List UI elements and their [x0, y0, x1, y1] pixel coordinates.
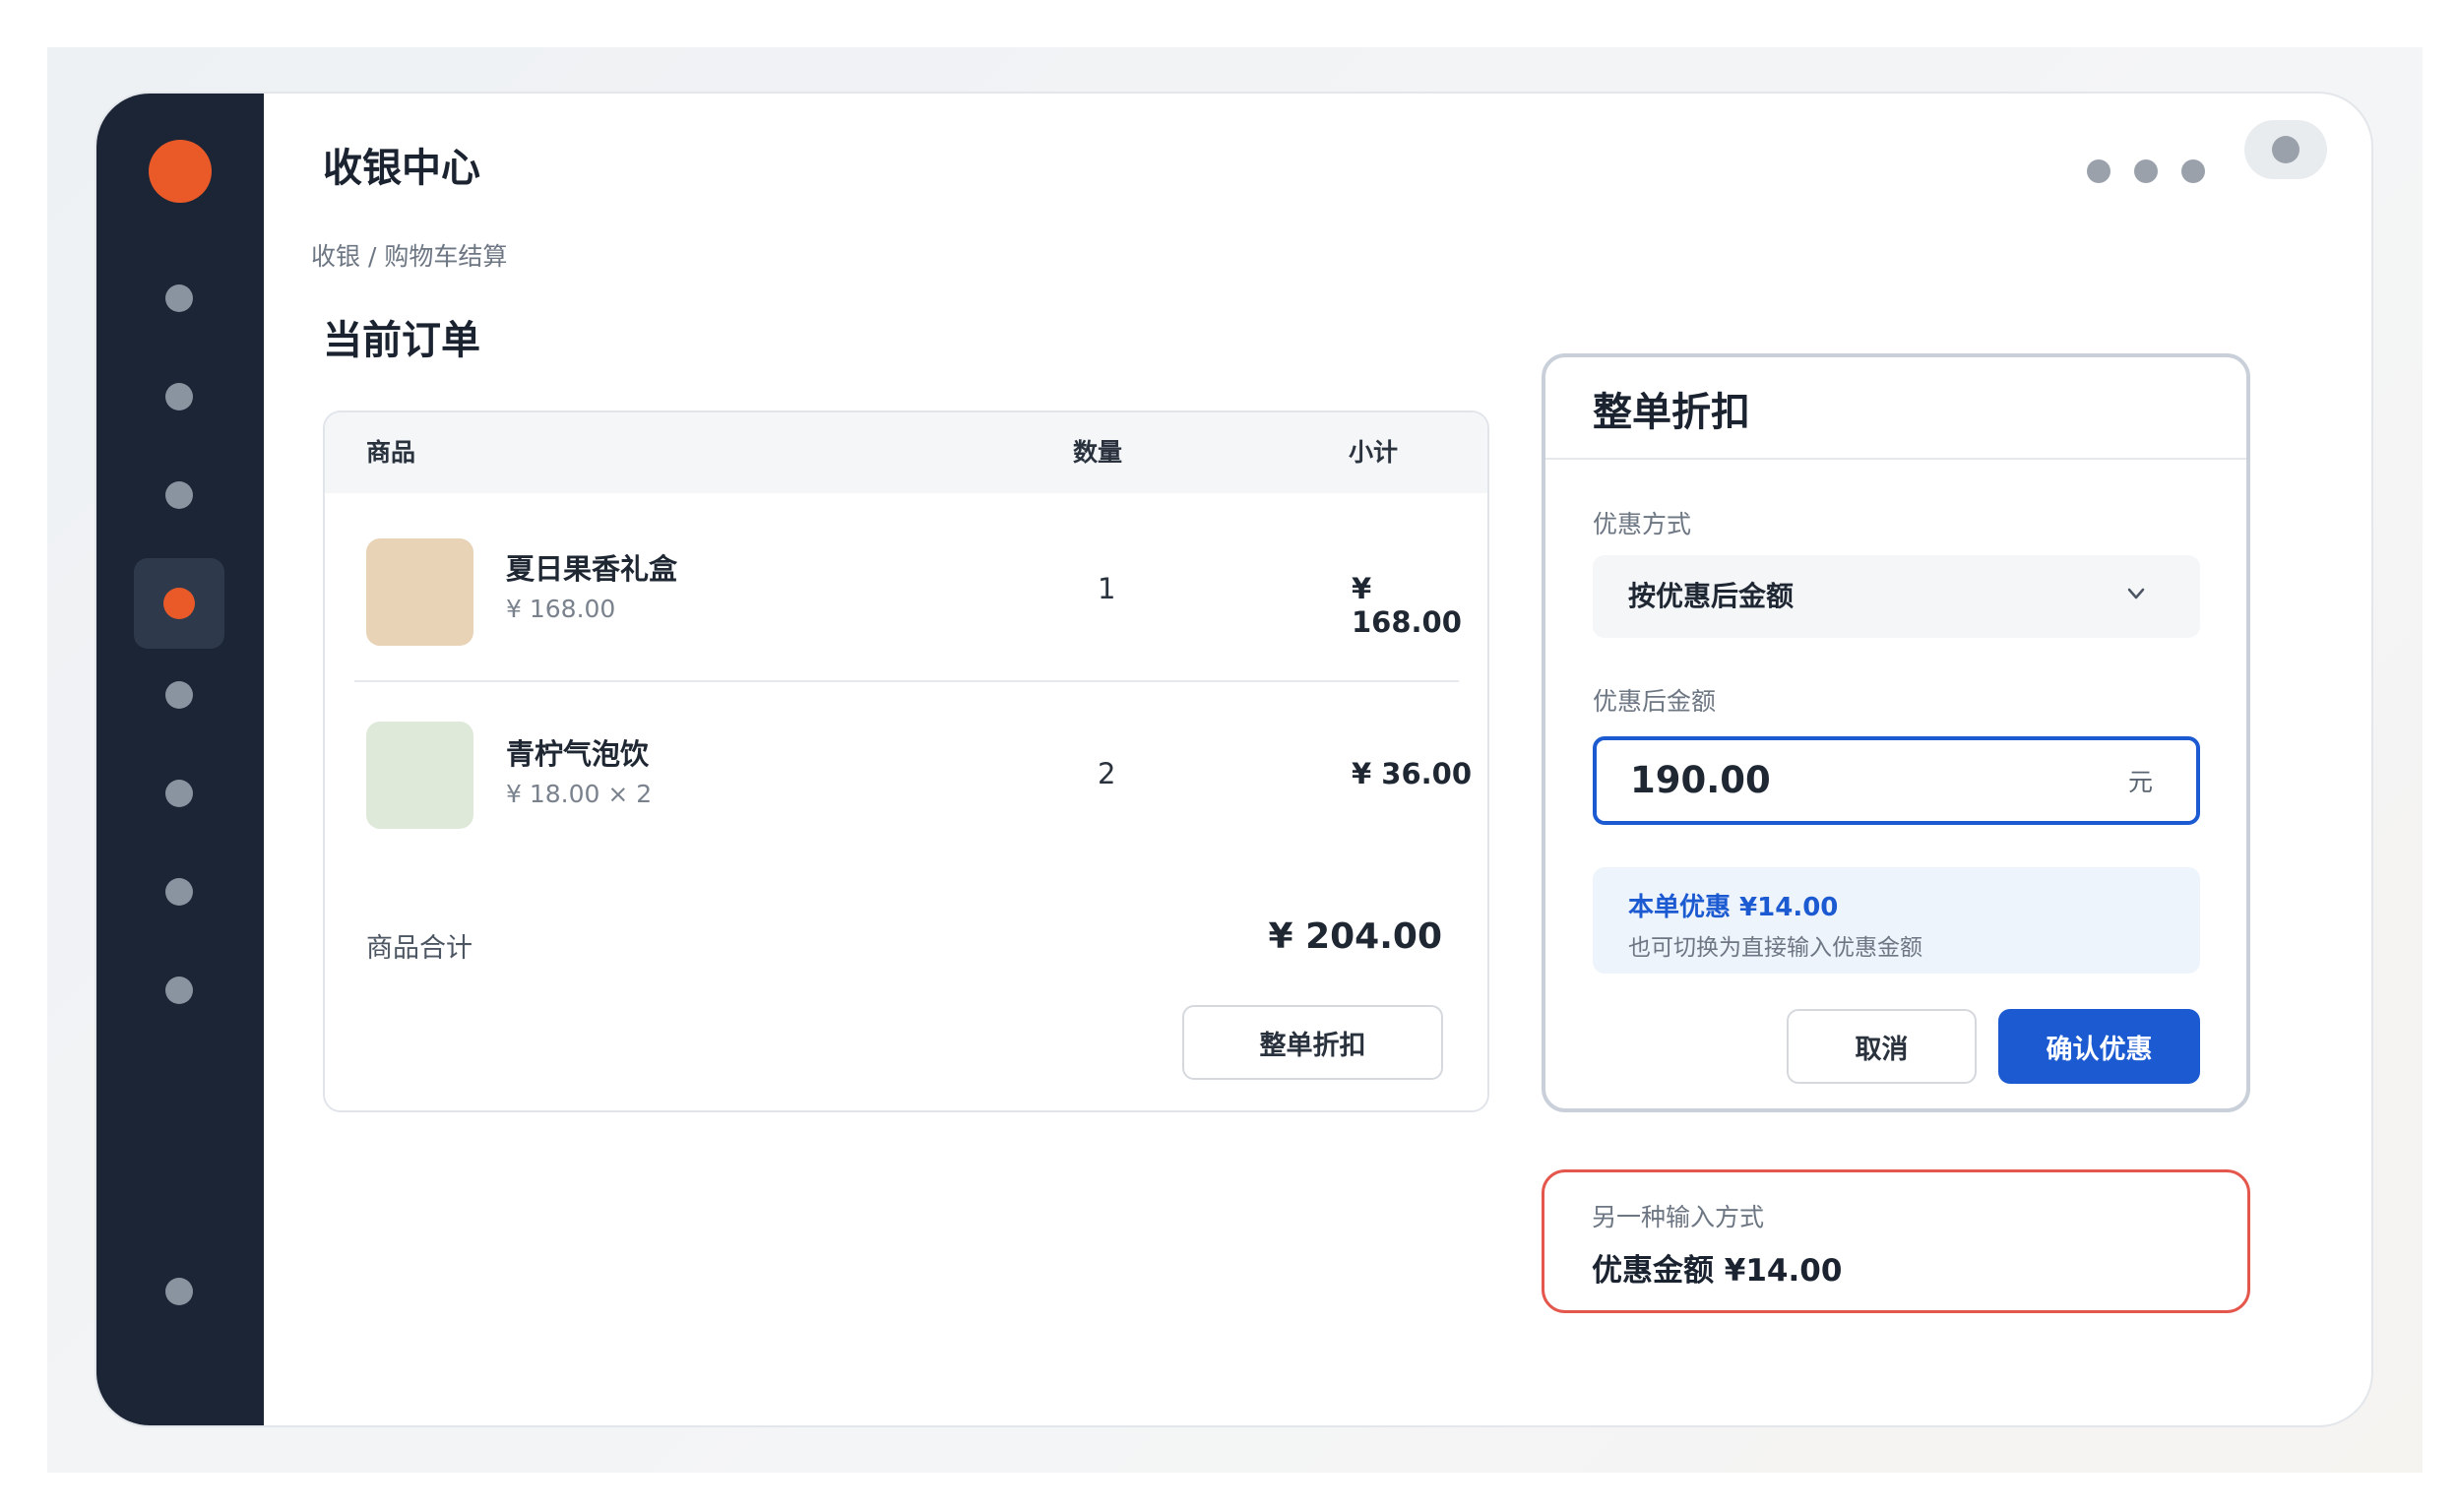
discount-summary: 本单优惠 ¥14.00	[1628, 893, 1839, 922]
order-discount-button[interactable]: 整单折扣	[1182, 1005, 1443, 1080]
nav-dot-icon	[165, 284, 193, 312]
amount-value: 190.00	[1630, 759, 1771, 801]
avatar[interactable]	[2244, 120, 2327, 179]
sidebar	[96, 94, 264, 1425]
sidebar-item-3[interactable]	[134, 450, 224, 540]
order-card: 商品 数量 小计 夏日果香礼盒 ¥ 168.00 1 ¥ 168.00 青柠气泡…	[323, 410, 1489, 1112]
nav-dot-icon	[165, 780, 193, 807]
product-unit-price: ¥ 18.00 × 2	[506, 780, 653, 808]
product-unit-price: ¥ 168.00	[506, 595, 616, 623]
discount-mode-value: 按优惠后金额	[1628, 580, 1795, 612]
sidebar-item-settings[interactable]	[134, 1246, 224, 1337]
header-actions	[2087, 140, 2205, 203]
panel-divider	[1545, 458, 2246, 460]
product-thumbnail	[366, 538, 473, 646]
product-subtotal: ¥ 36.00	[1352, 757, 1473, 790]
sidebar-item-8[interactable]	[134, 945, 224, 1036]
discount-mode-label: 优惠方式	[1593, 510, 1692, 538]
logo	[149, 140, 212, 203]
more-icon[interactable]	[2087, 159, 2110, 183]
discount-mode-select[interactable]: 按优惠后金额	[1593, 555, 2200, 638]
amount-field-label: 优惠后金额	[1593, 687, 1717, 716]
product-name: 夏日果香礼盒	[506, 552, 678, 586]
alternate-input-label: 另一种输入方式	[1592, 1203, 1765, 1231]
table-row[interactable]: 青柠气泡饮 ¥ 18.00 × 2 2 ¥ 36.00	[325, 690, 1487, 867]
product-thumbnail	[366, 722, 473, 829]
table-row[interactable]: 夏日果香礼盒 ¥ 168.00 1 ¥ 168.00	[325, 503, 1487, 680]
sidebar-item-cashier-active[interactable]	[134, 558, 224, 649]
chevron-down-icon	[2127, 588, 2145, 599]
panel-title: 整单折扣	[1593, 390, 1750, 435]
nav-dot-icon	[163, 588, 195, 619]
alternate-input-value: 优惠金额 ¥14.00	[1592, 1253, 1843, 1289]
confirm-discount-button[interactable]: 确认优惠	[1998, 1009, 2200, 1084]
page-title: 当前订单	[323, 318, 480, 363]
nav-dot-icon	[165, 1278, 193, 1305]
product-quantity: 2	[1098, 757, 1116, 790]
column-header-product: 商品	[366, 438, 416, 467]
nav-dot-icon	[165, 481, 193, 509]
amount-after-discount-input[interactable]: 190.00 元	[1593, 736, 2200, 825]
sidebar-item-5[interactable]	[134, 650, 224, 740]
product-name: 青柠气泡饮	[506, 737, 650, 771]
discount-hint-box: 本单优惠 ¥14.00 也可切换为直接输入优惠金额	[1593, 867, 2200, 974]
sidebar-item-6[interactable]	[134, 748, 224, 839]
more-icon[interactable]	[2134, 159, 2158, 183]
avatar-icon	[2272, 136, 2300, 163]
more-icon[interactable]	[2181, 159, 2205, 183]
discount-panel: 整单折扣 优惠方式 按优惠后金额 优惠后金额 190.00 元 本单优惠 ¥14…	[1542, 353, 2250, 1112]
product-subtotal: ¥ 168.00	[1352, 572, 1462, 639]
total-label: 商品合计	[366, 933, 472, 964]
product-quantity: 1	[1098, 572, 1116, 605]
sidebar-item-7[interactable]	[134, 847, 224, 937]
discount-hint[interactable]: 也可切换为直接输入优惠金额	[1628, 928, 1922, 962]
sidebar-item-2[interactable]	[134, 351, 224, 442]
sidebar-item-1[interactable]	[134, 253, 224, 344]
nav-dot-icon	[165, 878, 193, 906]
breadcrumb: 收银 / 购物车结算	[311, 242, 508, 271]
nav-dot-icon	[165, 681, 193, 709]
nav-dot-icon	[165, 976, 193, 1004]
app-window: 收银中心 收银 / 购物车结算 当前订单 商品 数量 小计 夏日果香礼盒 ¥ 1…	[94, 92, 2373, 1427]
column-header-subtotal: 小计	[1349, 438, 1399, 467]
cancel-button[interactable]: 取消	[1787, 1009, 1977, 1084]
app-title: 收银中心	[323, 146, 480, 191]
nav-dot-icon	[165, 383, 193, 410]
amount-unit: 元	[2127, 768, 2153, 796]
column-header-quantity: 数量	[1073, 438, 1123, 467]
alternate-input-callout: 另一种输入方式 优惠金额 ¥14.00	[1542, 1169, 2250, 1313]
row-divider	[354, 680, 1459, 682]
order-table-header: 商品 数量 小计	[325, 412, 1487, 493]
total-value: ¥ 204.00	[1268, 916, 1442, 957]
